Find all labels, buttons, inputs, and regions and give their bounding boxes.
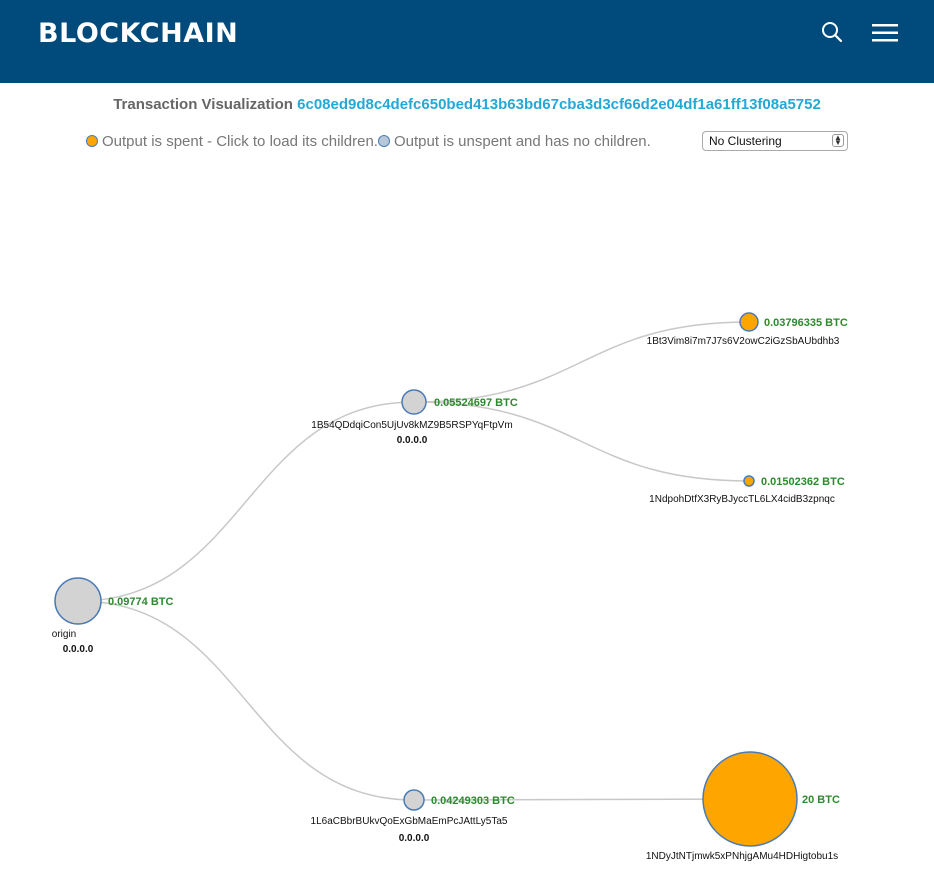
- node-address: 1Bt3Vim8i7m7J7s6V2owC2iGzSbAUbdhb3: [647, 336, 840, 347]
- node-circle[interactable]: [401, 389, 427, 415]
- node-amount: 20 BTC: [802, 794, 840, 806]
- node-ip: 0.0.0.0: [63, 644, 94, 655]
- node-address: origin: [52, 629, 76, 640]
- node-circle[interactable]: [739, 312, 759, 332]
- node-address: 1NDyJtNTjmwk5xPNhjgAMu4HDHigtobu1s: [646, 851, 838, 862]
- graph-node[interactable]: 0.03796335 BTC 1Bt3Vim8i7m7J7s6V2owC2iGzS…: [647, 312, 848, 347]
- transaction-graph: 0.09774 BTC origin 0.0.0.0 0.05524697 BTC 1B…: [52, 312, 848, 862]
- graph-link: [413, 401, 750, 482]
- graph-node[interactable]: 20 BTC 1NDyJtNTjmwk5xPNhjgAMu4HDHigtobu1s: [646, 751, 840, 862]
- graph-link: [77, 401, 415, 602]
- node-amount: 0.04249303 BTC: [431, 795, 515, 807]
- graph-node[interactable]: 0.05524697 BTC 1B54QDdqiCon5UjUv8kMZ9B5RS…: [311, 389, 518, 446]
- graph-link: [413, 321, 750, 403]
- graph-node[interactable]: 0.01502362 BTC 1NdpohDtfX3RyBJyccTL6LX4ci…: [649, 475, 845, 505]
- node-circle[interactable]: [54, 577, 102, 625]
- node-address: 1L6aCBbrBUkvQoExGbMaEmPcJAttLy5Ta5: [311, 816, 508, 827]
- node-amount: 0.09774 BTC: [108, 596, 173, 608]
- node-address: 1B54QDdqiCon5UjUv8kMZ9B5RSPYqFtpVm: [311, 420, 512, 431]
- node-amount: 0.01502362 BTC: [761, 476, 845, 488]
- node-address: 1NdpohDtfX3RyBJyccTL6LX4cidB3zpnqc: [649, 494, 835, 505]
- node-ip: 0.0.0.0: [399, 833, 430, 844]
- node-amount: 0.05524697 BTC: [434, 397, 518, 409]
- graph-link: [77, 600, 415, 801]
- node-circle[interactable]: [403, 789, 425, 811]
- graph-node[interactable]: 0.09774 BTC origin 0.0.0.0: [52, 577, 174, 655]
- node-circle[interactable]: [743, 475, 755, 487]
- graph-node[interactable]: 0.04249303 BTC 1L6aCBbrBUkvQoExGbMaEmPcJA…: [311, 789, 515, 844]
- node-ip: 0.0.0.0: [397, 435, 428, 446]
- node-circle[interactable]: [702, 751, 798, 847]
- node-amount: 0.03796335 BTC: [764, 317, 848, 329]
